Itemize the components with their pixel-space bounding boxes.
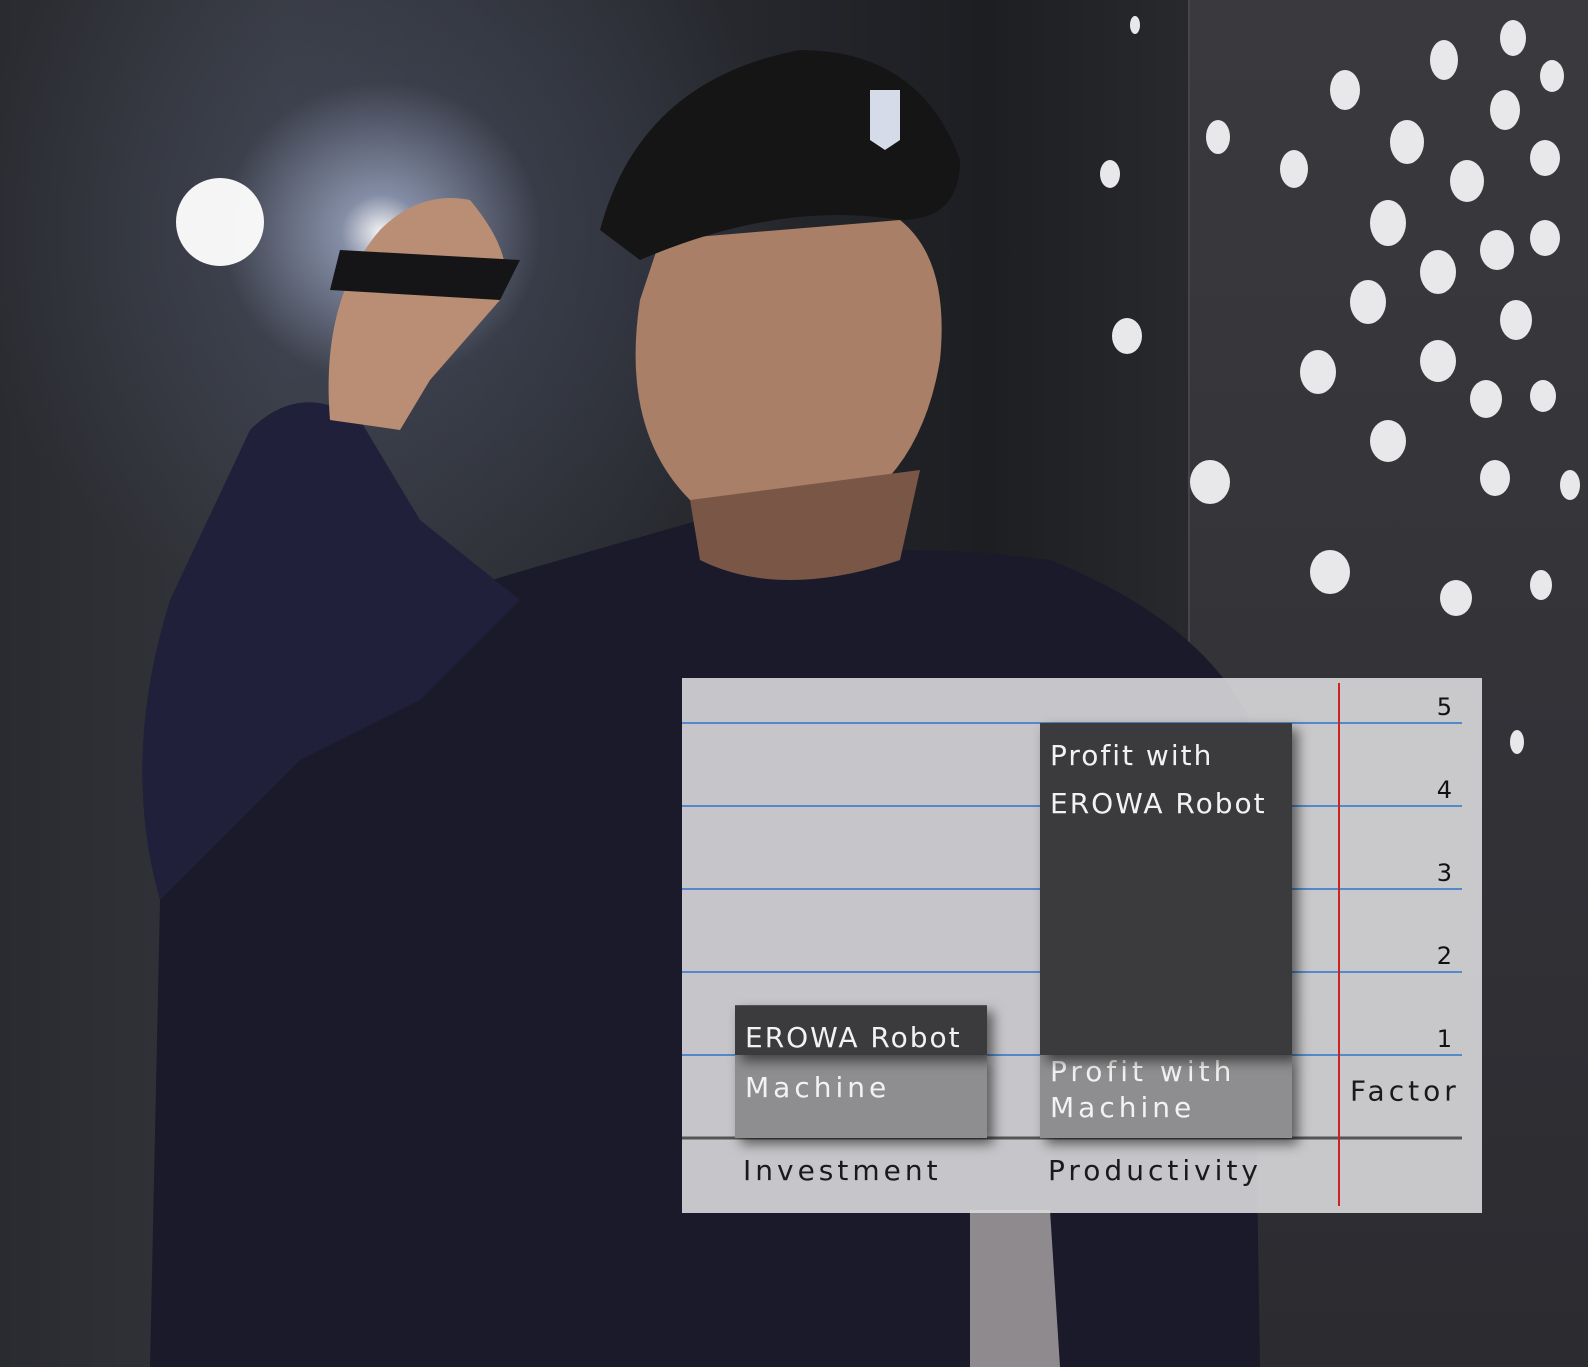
chart-panel: 1 2 3 4 5 Machine EROWA Robot Profit with Machin… [682,678,1482,1213]
bar-productivity-1 [1040,723,1292,1055]
category-label-productivity: Productivity [1048,1154,1262,1187]
y-tick-4: 4 [1437,776,1452,804]
category-label-investment: Investment [743,1154,942,1187]
factor-label: Factor [1350,1075,1460,1108]
segment-label-productivity-1-1: EROWA Robot [1050,787,1267,820]
y-tick-5: 5 [1437,693,1452,721]
segment-label-productivity-0-1: Machine [1050,1091,1195,1124]
segment-label-investment-0-0: Machine [745,1071,890,1104]
segment-label-productivity-1-0: Profit with [1050,739,1213,772]
factor-chart: 12345MachineEROWA RobotProfit withMachin… [682,683,1462,1206]
segment-label-investment-1-0: EROWA Robot [745,1021,962,1054]
y-tick-1: 1 [1437,1025,1452,1053]
y-tick-3: 3 [1437,859,1452,887]
y-tick-2: 2 [1437,942,1452,970]
segment-label-productivity-0-0: Profit with [1050,1055,1235,1088]
